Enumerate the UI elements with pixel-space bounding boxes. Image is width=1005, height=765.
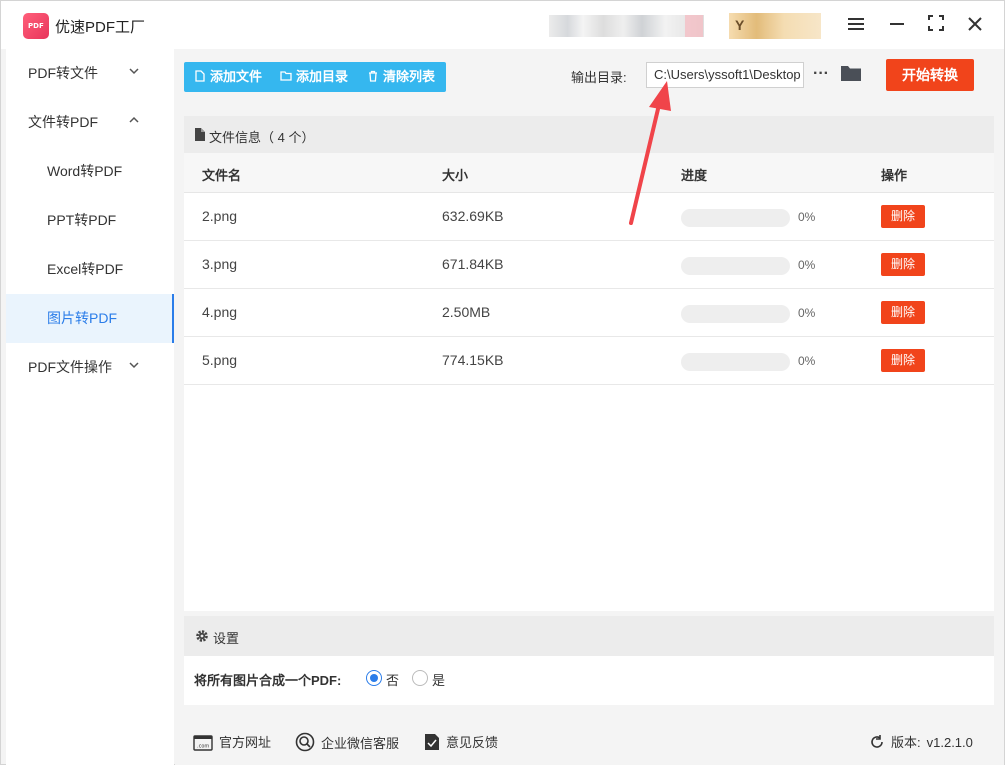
app-title: 优速PDF工厂 [55,19,146,36]
sidebar-item-pdf-operations[interactable]: PDF文件操作 [6,343,174,392]
file-info-panel: 文件信息（ 4 个） 文件名 大小 进度 操作 2.png 632.69KB 0… [184,116,994,611]
more-options-button[interactable]: ··· [811,62,831,88]
column-header-size: 大小 [442,168,469,183]
table-row: 4.png 2.50MB 0% 删除 [184,289,994,337]
website-icon: .com [193,735,213,751]
file-toolbar: 添加文件 添加目录 清除列表 [184,62,446,92]
column-header-name: 文件名 [202,168,242,183]
progress-bar [681,257,790,275]
merge-no-label: 否 [386,673,400,688]
progress-text: 0% [798,210,816,224]
settings-panel: 设置 将所有图片合成一个PDF: 否 是 [184,616,994,705]
sidebar-item-pdf-to-file[interactable]: PDF转文件 [6,49,174,98]
sidebar-item-word-to-pdf[interactable]: Word转PDF [6,147,174,196]
official-website-link[interactable]: .com 官方网址 [193,732,271,751]
table-row: 5.png 774.15KB 0% 删除 [184,337,994,385]
merge-yes-label: 是 [432,673,446,688]
progress-text: 0% [798,306,816,320]
file-table-header: 文件名 大小 进度 操作 [184,153,994,193]
progress-text: 0% [798,354,816,368]
close-icon[interactable] [963,13,987,37]
footer: .com 官方网址 企业微信客服 意见反馈 版本: v1.2.1.0 [175,717,1004,765]
delete-button[interactable]: 删除 [881,349,925,372]
column-header-action: 操作 [881,168,908,183]
blurred-badge [685,15,703,37]
chevron-up-icon [129,98,141,147]
delete-button[interactable]: 删除 [881,253,925,276]
table-row: 2.png 632.69KB 0% 删除 [184,193,994,241]
menu-icon[interactable] [844,13,868,37]
clear-list-button[interactable]: 清除列表 [367,62,435,92]
progress-bar [681,353,790,371]
minimize-icon[interactable] [885,13,909,37]
sidebar: PDF转文件 文件转PDF Word转PDF PPT转PDF Excel转PDF… [6,49,174,765]
file-size: 2.50MB [442,304,491,320]
title-bar: 优速PDF工厂 Y [1,1,1004,49]
merge-option-label: 将所有图片合成一个PDF: [194,673,342,688]
add-directory-button[interactable]: 添加目录 [280,62,348,92]
file-size: 671.84KB [442,256,504,272]
document-icon [195,128,205,141]
feedback-link[interactable]: 意见反馈 [424,732,498,751]
file-size: 632.69KB [442,208,504,224]
progress-text: 0% [798,258,816,272]
sidebar-item-excel-to-pdf[interactable]: Excel转PDF [6,245,174,294]
file-name: 2.png [202,208,238,224]
file-name: 5.png [202,352,238,368]
delete-button[interactable]: 删除 [881,301,925,324]
maximize-icon[interactable] [924,13,948,37]
file-name: 4.png [202,304,238,320]
gear-icon [196,630,208,642]
delete-button[interactable]: 删除 [881,205,925,228]
file-icon [195,70,205,82]
output-dir-label: 输出目录: [571,70,627,85]
sidebar-item-image-to-pdf[interactable]: 图片转PDF [6,294,174,343]
blurred-user-info [549,15,704,37]
blurred-avatar: Y [729,13,821,39]
chevron-down-icon [129,49,141,98]
table-row: 3.png 671.84KB 0% 删除 [184,241,994,289]
feedback-icon [425,734,439,750]
merge-no-radio[interactable] [366,670,382,686]
wechat-service-link[interactable]: 企业微信客服 [295,732,399,752]
start-convert-button[interactable]: 开始转换 [886,59,974,91]
sidebar-item-ppt-to-pdf[interactable]: PPT转PDF [6,196,174,245]
refresh-icon [871,735,883,748]
sidebar-item-file-to-pdf[interactable]: 文件转PDF [6,98,174,147]
svg-text:.com: .com [197,744,209,750]
progress-bar [681,305,790,323]
trash-icon [369,70,377,82]
folder-icon [280,71,292,81]
app-logo-icon [23,13,49,39]
column-header-progress: 进度 [681,168,708,183]
progress-bar [681,209,790,227]
file-name: 3.png [202,256,238,272]
wechat-icon [295,732,315,752]
chevron-down-icon [129,343,141,392]
output-dir-field[interactable]: C:\Users\yssoft1\Desktop [646,62,804,88]
app-window: 优速PDF工厂 Y PDF转文件 文件转PDF Word转PDF PP [0,0,1005,765]
settings-header: 设置 [184,616,994,656]
merge-yes-radio[interactable] [412,670,428,686]
file-info-header: 文件信息（ 4 个） [184,116,994,153]
add-file-button[interactable]: 添加文件 [194,62,262,92]
version-info: 版本: v1.2.1.0 [869,732,973,751]
file-size: 774.15KB [442,352,504,368]
open-folder-icon[interactable] [840,64,862,84]
